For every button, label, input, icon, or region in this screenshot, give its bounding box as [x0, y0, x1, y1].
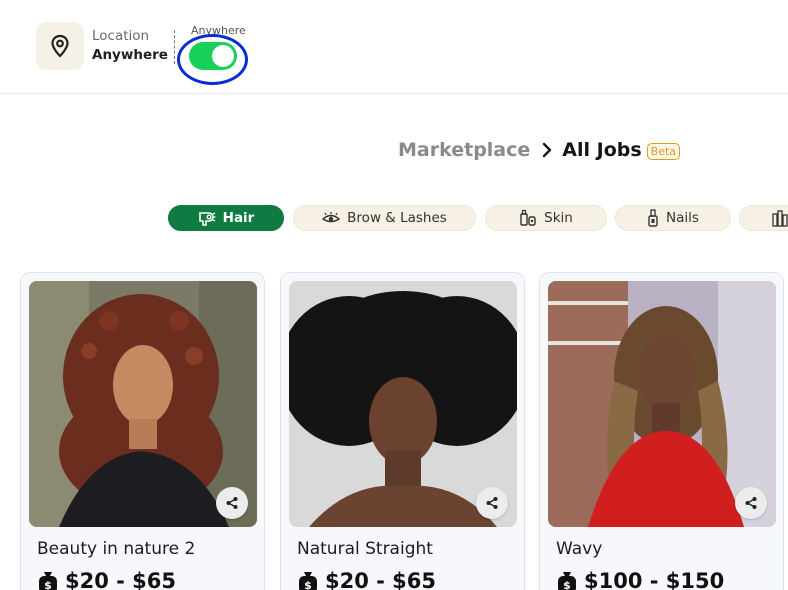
svg-text:$: $ [44, 579, 52, 590]
category-more[interactable] [739, 205, 788, 231]
category-hair[interactable]: Hair [168, 205, 284, 231]
job-price-value: $20 - $65 [65, 569, 177, 590]
share-button[interactable] [735, 487, 767, 519]
nail-polish-icon [647, 209, 659, 227]
share-button[interactable] [476, 487, 508, 519]
location-button[interactable] [36, 22, 84, 70]
share-button[interactable] [216, 487, 248, 519]
map-pin-icon [51, 34, 69, 58]
svg-text:$: $ [563, 579, 571, 590]
share-icon [745, 497, 757, 509]
job-card[interactable]: Wavy $ $100 - $150 [539, 272, 784, 590]
location-selector[interactable]: Location Anywhere [92, 27, 168, 65]
page: Location Anywhere Anywhere Marketplace A… [0, 0, 788, 590]
breadcrumb-current: All Jobs [562, 139, 642, 161]
job-title: Natural Straight [297, 539, 433, 559]
job-price: $ $20 - $65 [297, 569, 436, 590]
money-bag-icon: $ [297, 569, 319, 590]
skincare-bottles-icon [519, 209, 537, 227]
category-label: Skin [544, 210, 573, 226]
job-title: Wavy [556, 539, 603, 559]
category-nails[interactable]: Nails [615, 205, 731, 231]
top-header: Location Anywhere Anywhere [0, 0, 788, 94]
job-price: $ $100 - $150 [556, 569, 724, 590]
job-title: Beauty in nature 2 [37, 539, 196, 559]
job-card[interactable]: Beauty in nature 2 $ $20 - $65 [20, 272, 265, 590]
share-icon [486, 497, 498, 509]
beta-badge: Beta [646, 143, 681, 160]
share-icon [226, 497, 238, 509]
money-bag-icon: $ [556, 569, 578, 590]
breadcrumb-marketplace-link[interactable]: Marketplace [398, 139, 530, 161]
svg-text:$: $ [304, 579, 312, 590]
category-skin[interactable]: Skin [485, 205, 607, 231]
hair-dryer-icon [198, 210, 216, 226]
category-label: Nails [666, 210, 699, 226]
eye-icon [322, 212, 341, 224]
location-value: Anywhere [92, 47, 168, 63]
category-label: Hair [222, 210, 255, 226]
category-brow-lashes[interactable]: Brow & Lashes [293, 205, 476, 231]
chevron-right-icon [542, 142, 552, 158]
breadcrumb: Marketplace All Jobs Beta [398, 136, 681, 164]
cosmetics-icon [772, 209, 788, 227]
job-card[interactable]: Natural Straight $ $20 - $65 [280, 272, 525, 590]
job-price-value: $100 - $150 [584, 569, 725, 590]
job-price-value: $20 - $65 [325, 569, 437, 590]
location-label: Location [92, 28, 150, 44]
money-bag-icon: $ [37, 569, 59, 590]
job-price: $ $20 - $65 [37, 569, 176, 590]
toggle-highlight-ring [177, 34, 248, 85]
category-label: Brow & Lashes [347, 210, 447, 226]
header-divider [174, 30, 175, 64]
